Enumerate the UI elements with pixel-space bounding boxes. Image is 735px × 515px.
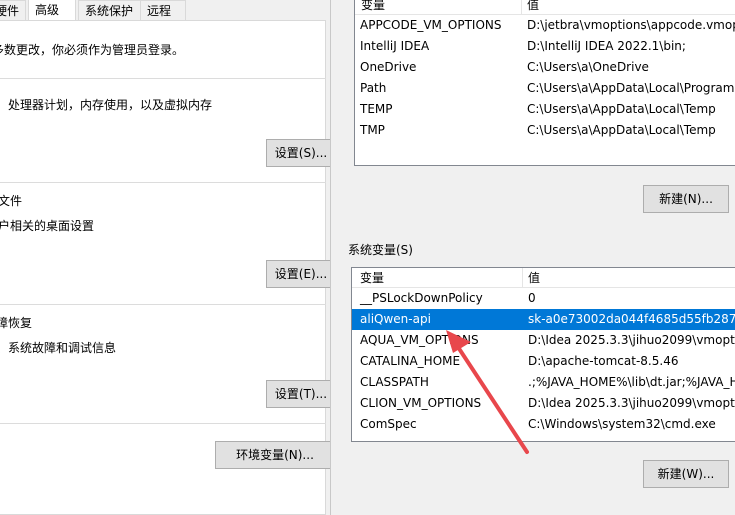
list-item[interactable]: Path C:\Users\a\AppData\Local\Program [355,78,735,99]
variable-name: TMP [360,123,385,137]
list-item[interactable]: __PSLockDownPolicy 0 [352,288,735,309]
system-variables-header: 变量 值 [352,268,735,288]
system-new-button[interactable]: 新建(W)... [643,460,729,488]
variable-name: APPCODE_VM_OPTIONS [360,18,502,32]
list-item[interactable]: CLASSPATH .;%JAVA_HOME%\lib\dt.jar;%JAVA_… [352,372,735,393]
list-item[interactable]: CLION_VM_OPTIONS D:\Idea 2025.3.3\jihuo20… [352,393,735,414]
tab-remote[interactable]: 远程 [140,0,186,20]
variable-name: CLION_VM_OPTIONS [360,396,482,410]
system-new-button-label: 新建(W)... [657,467,715,481]
variable-value: .;%JAVA_HOME%\lib\dt.jar;%JAVA_H [528,375,735,389]
user-profiles-settings-button[interactable]: 设置(E)... [266,260,336,288]
column-header-value[interactable]: 值 [521,0,539,15]
list-item[interactable]: TMP C:\Users\a\AppData\Local\Temp [355,120,735,141]
user-variables-header: 变量 值 [355,0,735,15]
column-header-value[interactable]: 值 [522,268,540,288]
variable-name: CLASSPATH [360,375,429,389]
list-item[interactable]: ComSpec C:\Windows\system32\cmd.exe [352,414,735,435]
variable-value: C:\Users\a\AppData\Local\Temp [527,102,716,116]
system-properties-dialog: 硬件 高级 系统保护 远程 多数更改，你必须作为管理员登录。 ，处理器计划，内存… [0,0,336,515]
variable-value: C:\Users\a\AppData\Local\Program [527,81,735,95]
tab-hardware[interactable]: 硬件 [0,0,26,20]
system-variables-list[interactable]: 变量 值 __PSLockDownPolicy 0 aliQwen-api sk-a0… [351,267,735,442]
tab-advanced[interactable]: 高级 [28,0,76,21]
user-profiles-title: 文件 [0,194,23,208]
performance-settings-button[interactable]: 设置(S)... [266,139,336,167]
variable-value: sk-a0e73002da044f4685d55fb287a5 [528,312,735,326]
column-header-variable[interactable]: 变量 [354,268,384,288]
list-item[interactable]: AQUA_VM_OPTIONS D:\Idea 2025.3.3\jihuo209… [352,330,735,351]
variable-value: C:\Users\a\OneDrive [527,60,649,74]
variable-name: aliQwen-api [360,312,431,326]
advanced-tab-panel: 多数更改，你必须作为管理员登录。 ，处理器计划，内存使用，以及虚拟内存 设置(S… [0,20,336,515]
user-profiles-description: 户相关的桌面设置 [0,219,95,233]
tab-system-protection[interactable]: 系统保护 [78,0,144,20]
variable-name: AQUA_VM_OPTIONS [360,333,479,347]
env-vars-separator [0,423,326,424]
variable-value: C:\Windows\system32\cmd.exe [528,417,716,431]
column-header-variable[interactable]: 变量 [355,0,385,15]
tab-strip: 硬件 高级 系统保护 远程 [0,0,330,21]
system-variables-label: 系统变量(S) [348,243,413,257]
list-item[interactable]: IntelliJ IDEA D:\IntelliJ IDEA 2022.1\bin… [355,36,735,57]
user-new-button[interactable]: 新建(N)... [643,185,729,213]
admin-notice: 多数更改，你必须作为管理员登录。 [0,43,185,57]
variable-name: ComSpec [360,417,417,431]
variable-value: D:\Idea 2025.3.3\jihuo2099\vmoptio [528,396,735,410]
list-item[interactable]: TEMP C:\Users\a\AppData\Local\Temp [355,99,735,120]
startup-recovery-group [0,304,326,305]
startup-recovery-settings-button[interactable]: 设置(T)... [266,380,336,408]
list-item[interactable]: CATALINA_HOME D:\apache-tomcat-8.5.46 [352,351,735,372]
user-variables-list[interactable]: 变量 值 APPCODE_VM_OPTIONS D:\jetbra\vmoptio… [354,0,735,166]
startup-recovery-title: 障恢复 [0,316,33,330]
startup-recovery-description: 、系统故障和调试信息 [0,341,117,355]
variable-value: C:\Users\a\AppData\Local\Temp [527,123,716,137]
variable-value: D:\jetbra\vmoptions\appcode.vmop [527,18,735,32]
variable-name: Path [360,81,387,95]
environment-variables-dialog: 变量 值 APPCODE_VM_OPTIONS D:\jetbra\vmoptio… [330,0,735,515]
variable-name: IntelliJ IDEA [360,39,430,53]
variable-value: 0 [528,291,536,305]
user-profiles-group [0,182,326,183]
variable-value: D:\IntelliJ IDEA 2022.1\bin; [527,39,686,53]
variable-name: OneDrive [360,60,417,74]
list-item[interactable]: APPCODE_VM_OPTIONS D:\jetbra\vmoptions\ap… [355,15,735,36]
variable-value: D:\Idea 2025.3.3\jihuo2099\vmoptio [528,333,735,347]
variable-name: CATALINA_HOME [360,354,461,368]
variable-value: D:\apache-tomcat-8.5.46 [528,354,679,368]
system-variables-rows: __PSLockDownPolicy 0 aliQwen-api sk-a0e7300… [352,288,735,435]
performance-group [0,78,326,79]
performance-description: ，处理器计划，内存使用，以及虚拟内存 [0,98,213,112]
list-item[interactable]: OneDrive C:\Users\a\OneDrive [355,57,735,78]
environment-variables-button[interactable]: 环境变量(N)... [215,441,335,469]
list-item-selected[interactable]: aliQwen-api sk-a0e73002da044f4685d55fb287… [352,309,735,330]
variable-name: __PSLockDownPolicy [360,291,483,305]
variable-name: TEMP [360,102,393,116]
user-variables-rows: APPCODE_VM_OPTIONS D:\jetbra\vmoptions\ap… [355,15,735,141]
user-new-button-label: 新建(N)... [659,192,713,206]
